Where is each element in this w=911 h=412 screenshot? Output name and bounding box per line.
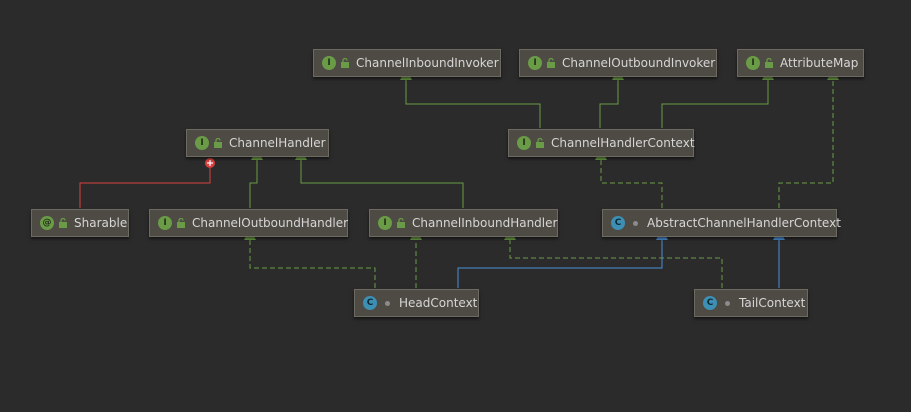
node-label: ChannelOutboundHandler <box>192 216 349 230</box>
abstract-class-icon: C <box>611 216 625 230</box>
node-label: TailContext <box>739 296 806 310</box>
visibility-dot-icon <box>633 220 638 226</box>
class-icon: C <box>703 296 717 310</box>
node-label: ChannelOutboundInvoker <box>562 56 716 70</box>
edge-outbound-handler-extends-channel-handler <box>249 149 263 208</box>
node-channel-handler-context[interactable]: I ChannelHandlerContext <box>508 129 695 157</box>
node-label: AttributeMap <box>780 56 859 70</box>
lock-icon <box>397 218 405 228</box>
lock-icon <box>536 138 544 148</box>
lock-icon <box>765 58 773 68</box>
node-head-context[interactable]: C HeadContext <box>354 289 479 317</box>
node-channel-inbound-handler[interactable]: I ChannelInboundHandler <box>369 209 558 237</box>
node-channel-handler[interactable]: I ChannelHandler <box>186 129 329 157</box>
interface-icon: I <box>378 216 392 230</box>
edge-chc-extends-inbound-invoker <box>400 69 541 128</box>
edge-head-extends-achc <box>457 229 668 288</box>
interface-icon: I <box>195 136 209 150</box>
lock-icon <box>177 218 185 228</box>
visibility-dot-icon <box>385 300 390 306</box>
node-attribute-map[interactable]: I AttributeMap <box>737 49 864 77</box>
node-channel-outbound-invoker[interactable]: I ChannelOutboundInvoker <box>519 49 717 77</box>
node-abstract-channel-handler-context[interactable]: C AbstractChannelHandlerContext <box>602 209 841 237</box>
node-channel-inbound-invoker[interactable]: I ChannelInboundInvoker <box>313 49 501 77</box>
edge-head-implements-outbound-handler <box>244 229 376 288</box>
node-sharable[interactable]: @ Sharable <box>31 209 129 237</box>
visibility-dot-icon <box>725 300 730 306</box>
edge-inbound-handler-extends-channel-handler <box>295 149 464 208</box>
node-tail-context[interactable]: C TailContext <box>694 289 808 317</box>
node-channel-outbound-handler[interactable]: I ChannelOutboundHandler <box>149 209 348 237</box>
interface-icon: I <box>158 216 172 230</box>
lock-icon <box>341 58 349 68</box>
interface-icon: I <box>528 56 542 70</box>
edge-sharable-inner-channel-handler <box>79 158 215 208</box>
node-label: ChannelHandler <box>229 136 326 150</box>
lock-icon <box>214 138 222 148</box>
interface-icon: I <box>517 136 531 150</box>
node-label: HeadContext <box>399 296 478 310</box>
annotation-icon: @ <box>40 216 54 230</box>
node-label: AbstractChannelHandlerContext <box>647 216 841 230</box>
class-icon: C <box>363 296 377 310</box>
interface-icon: I <box>746 56 760 70</box>
edge-achc-implements-chc <box>595 149 663 208</box>
node-label: ChannelInboundInvoker <box>356 56 499 70</box>
edge-tail-implements-inbound-handler <box>504 229 723 288</box>
edge-chc-extends-outbound-invoker <box>599 69 624 128</box>
edge-achc-implements-attribute-map <box>778 69 839 208</box>
lock-icon <box>547 58 555 68</box>
lock-icon <box>59 218 67 228</box>
node-label: ChannelInboundHandler <box>412 216 558 230</box>
node-label: Sharable <box>74 216 128 230</box>
node-label: ChannelHandlerContext <box>551 136 695 150</box>
interface-icon: I <box>322 56 336 70</box>
edge-chc-extends-attribute-map <box>661 69 774 128</box>
